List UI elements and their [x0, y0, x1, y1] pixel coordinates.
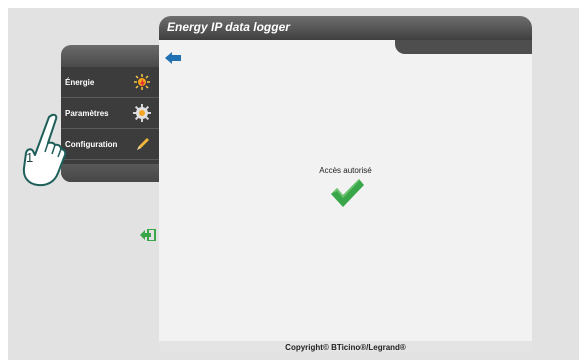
- menu-item-label: Configuration: [65, 139, 118, 149]
- checkmark-icon: [331, 179, 364, 207]
- menu-item-energie[interactable]: Énergie: [61, 67, 159, 98]
- back-arrow-icon[interactable]: [165, 52, 181, 64]
- pencil-icon: [137, 138, 149, 150]
- title-bar-tab: [395, 40, 532, 54]
- sidebar-header: [61, 45, 159, 67]
- title-bar: Energy IP data logger: [159, 16, 532, 40]
- gear-icon: [133, 104, 151, 122]
- copyright-text: Copyright© BTicino®/Legrand®: [285, 343, 406, 352]
- sidebar-menu: Énergie Paramètres Configuration: [61, 67, 159, 182]
- menu-item-parametres[interactable]: Paramètres: [61, 98, 159, 129]
- menu-item-label: Paramètres: [65, 108, 109, 118]
- energy-icon: [134, 74, 150, 90]
- access-status: Accès autorisé: [319, 166, 372, 175]
- app-title: Energy IP data logger: [167, 20, 290, 34]
- menu-item-configuration[interactable]: Configuration: [61, 129, 159, 160]
- menu-item-label: Énergie: [65, 77, 95, 87]
- logout-icon[interactable]: [140, 229, 156, 241]
- main-panel: Energy IP data logger Accès autorisé Cop…: [159, 16, 532, 353]
- callout-number: 1: [26, 150, 34, 165]
- sidebar-footer: [61, 164, 159, 182]
